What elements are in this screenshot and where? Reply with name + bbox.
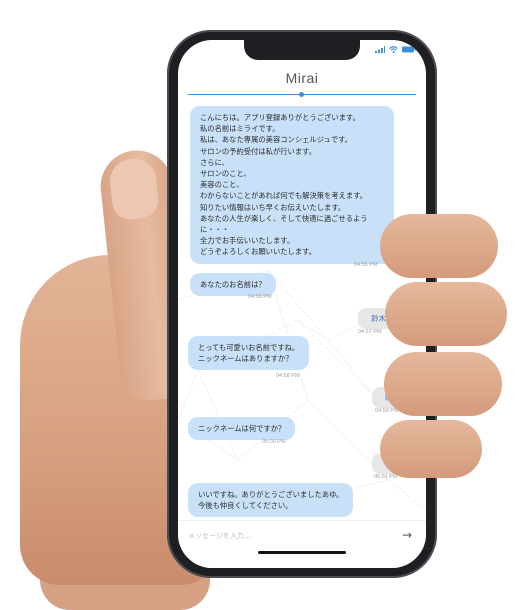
hand-finger-middle <box>385 282 507 346</box>
message-incoming: ニックネームは何ですか？ <box>188 417 296 441</box>
message-line: こんにちは。アプリ登録ありがとうございます。 <box>200 113 360 122</box>
message-input[interactable]: メッセージを入力... <box>188 531 251 541</box>
message-line: さらに、 <box>200 157 229 167</box>
phone-notch <box>244 40 360 60</box>
message-line: ニックネームはありますか？ <box>198 354 293 364</box>
battery-icon <box>402 46 416 53</box>
message-incoming: こんにちは。アプリ登録ありがとうございます。 私の名前はミライです。 私は、あな… <box>190 106 394 264</box>
thumb-nail <box>107 156 160 222</box>
message-line: 美容のこと、 <box>200 180 244 190</box>
message-timestamp: 04:58 PM <box>276 373 300 379</box>
message-timestamp: 04:57 PM <box>358 329 382 335</box>
page-title: Mirai <box>285 70 319 86</box>
status-bar <box>375 46 416 53</box>
message-line: あなたのお名前は？ <box>200 280 266 289</box>
message-timestamp: 05:00 PM <box>262 439 286 445</box>
signal-icon <box>375 46 385 53</box>
message-line: ニックネームは何ですか？ <box>198 424 286 433</box>
message-line: 今後も仲良くしてください。 <box>198 501 293 511</box>
message-line: 私の名前はミライです。 <box>200 124 280 134</box>
message-timestamp: 04:55 PM <box>354 262 378 268</box>
message-line: 私は、あなた専属の美容コンシェルジュです。 <box>200 135 352 145</box>
message-line: いいですね。ありがとうございましたあゆ。 <box>198 490 344 499</box>
message-line: とっても可愛いお名前ですね。 <box>198 343 300 352</box>
message-timestamp: 05:01 PM <box>374 474 398 480</box>
message-timestamp: 04:56 PM <box>248 294 272 300</box>
home-indicator[interactable] <box>258 551 346 554</box>
message-line: あなたの人生が楽しく、そして快適に過ごせるように・・・ <box>200 213 368 235</box>
message-line: 全力でお手伝いいたします。 <box>200 236 295 246</box>
arrow-right-icon[interactable]: → <box>402 528 412 542</box>
chat-header: Mirai <box>178 62 426 97</box>
message-incoming: いいですね。ありがとうございましたあゆ。 今後も仲良くしてください。 <box>188 483 354 518</box>
message-line: 知りたい情報はいち早くお伝えいたします。 <box>200 202 346 212</box>
hand-finger-little <box>380 420 482 478</box>
message-line: どうぞよろしくお願いいたします。 <box>200 247 317 257</box>
header-indicator-dot <box>299 92 304 97</box>
message-line: わからないことがあれば何でも解決策を考えます。 <box>200 191 368 201</box>
message-incoming: とっても可愛いお名前ですね。 ニックネームはありますか？ <box>188 336 310 371</box>
message-input-bar: メッセージを入力... → <box>178 520 426 568</box>
message-line: サロンの予約受付は私が行います。 <box>200 146 317 156</box>
message-incoming: あなたのお名前は？ <box>190 273 276 297</box>
hand-finger-ring <box>384 352 502 416</box>
wifi-icon <box>389 46 398 53</box>
hand-finger-index <box>380 214 498 278</box>
message-line: サロンのこと、 <box>200 169 251 179</box>
